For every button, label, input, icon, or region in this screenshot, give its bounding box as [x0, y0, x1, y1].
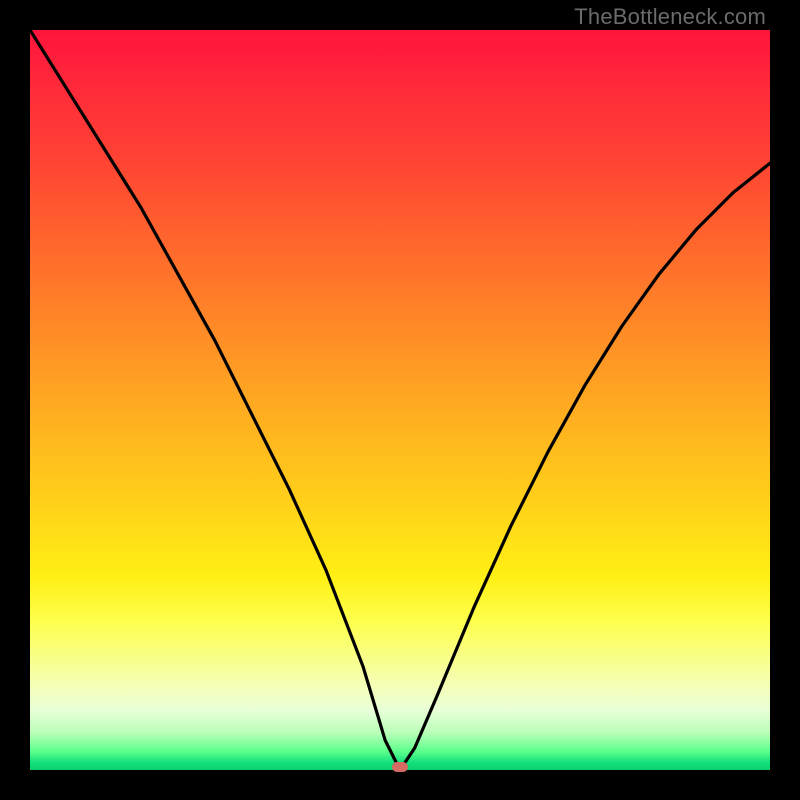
chart-frame: TheBottleneck.com [0, 0, 800, 800]
watermark-text: TheBottleneck.com [574, 4, 766, 30]
plot-area [30, 30, 770, 770]
bottleneck-curve [30, 30, 770, 770]
optimal-point-marker [392, 762, 408, 772]
